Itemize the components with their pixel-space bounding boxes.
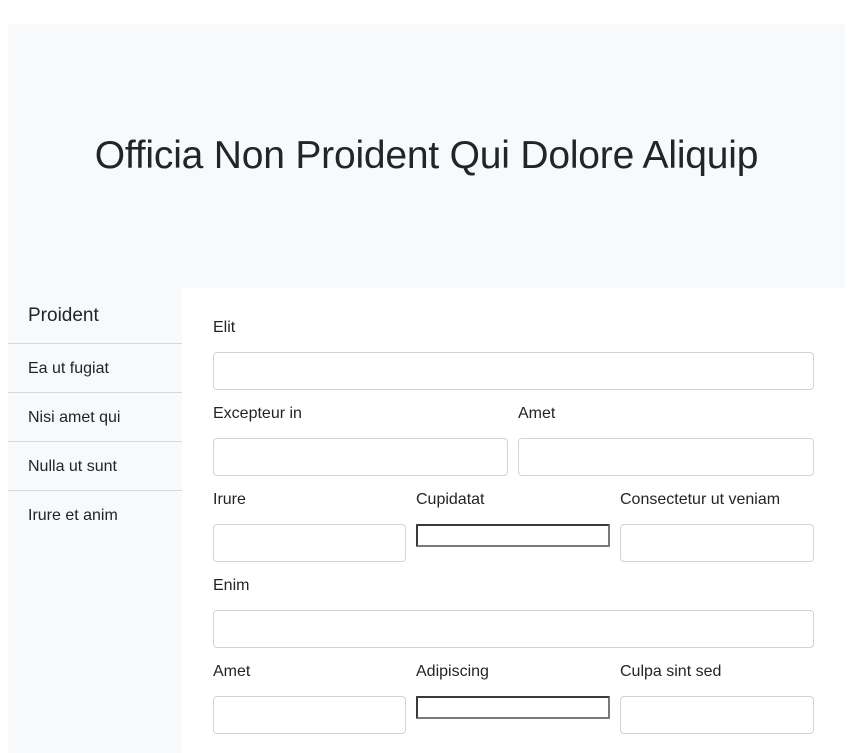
cupidatat-input[interactable] — [416, 524, 610, 547]
irure-label: Irure — [213, 491, 246, 508]
consectetur-ut-veniam-input[interactable] — [620, 524, 814, 562]
excepteur-in-label: Excepteur in — [213, 405, 302, 422]
amet-2-label: Amet — [213, 663, 251, 680]
sidebar-item-nulla-ut-sunt[interactable]: Nulla ut sunt — [8, 442, 182, 491]
sidebar-item-nisi-amet-qui[interactable]: Nisi amet qui — [8, 393, 182, 442]
form-panel: Elit Excepteur in Amet Irure Cupidatat C… — [182, 288, 845, 753]
adipiscing-label: Adipiscing — [416, 663, 489, 680]
field-culpa-sint-sed: Culpa sint sed — [620, 662, 814, 734]
irure-input[interactable] — [213, 524, 406, 562]
amet-label: Amet — [518, 405, 556, 422]
enim-label: Enim — [213, 577, 250, 594]
field-amet-2: Amet — [213, 662, 406, 734]
sidebar-item-ea-ut-fugiat[interactable]: Ea ut fugiat — [8, 344, 182, 393]
field-cupidatat: Cupidatat — [416, 490, 610, 562]
culpa-sint-sed-label: Culpa sint sed — [620, 663, 722, 680]
field-amet: Amet — [518, 404, 814, 476]
field-enim: Enim — [213, 576, 814, 648]
field-consectetur-ut-veniam: Consectetur ut veniam — [620, 490, 814, 562]
page-title: Officia Non Proident Qui Dolore Aliquip — [94, 134, 759, 177]
field-elit: Elit — [213, 318, 814, 390]
adipiscing-input[interactable] — [416, 696, 610, 719]
sidebar-item-irure-et-anim[interactable]: Irure et anim — [8, 491, 182, 540]
culpa-sint-sed-input[interactable] — [620, 696, 814, 734]
field-adipiscing: Adipiscing — [416, 662, 610, 734]
excepteur-in-input[interactable] — [213, 438, 508, 476]
elit-input[interactable] — [213, 352, 814, 390]
consectetur-ut-veniam-label: Consectetur ut veniam — [620, 491, 781, 508]
field-irure: Irure — [213, 490, 406, 562]
sidebar: Proident Ea ut fugiat Nisi amet qui Null… — [8, 288, 182, 753]
sidebar-title: Proident — [8, 288, 182, 344]
cupidatat-label: Cupidatat — [416, 491, 485, 508]
amet-2-input[interactable] — [213, 696, 406, 734]
page-header: Officia Non Proident Qui Dolore Aliquip — [8, 24, 845, 288]
elit-label: Elit — [213, 319, 236, 336]
field-excepteur-in: Excepteur in — [213, 404, 508, 476]
enim-input[interactable] — [213, 610, 814, 648]
amet-input[interactable] — [518, 438, 814, 476]
